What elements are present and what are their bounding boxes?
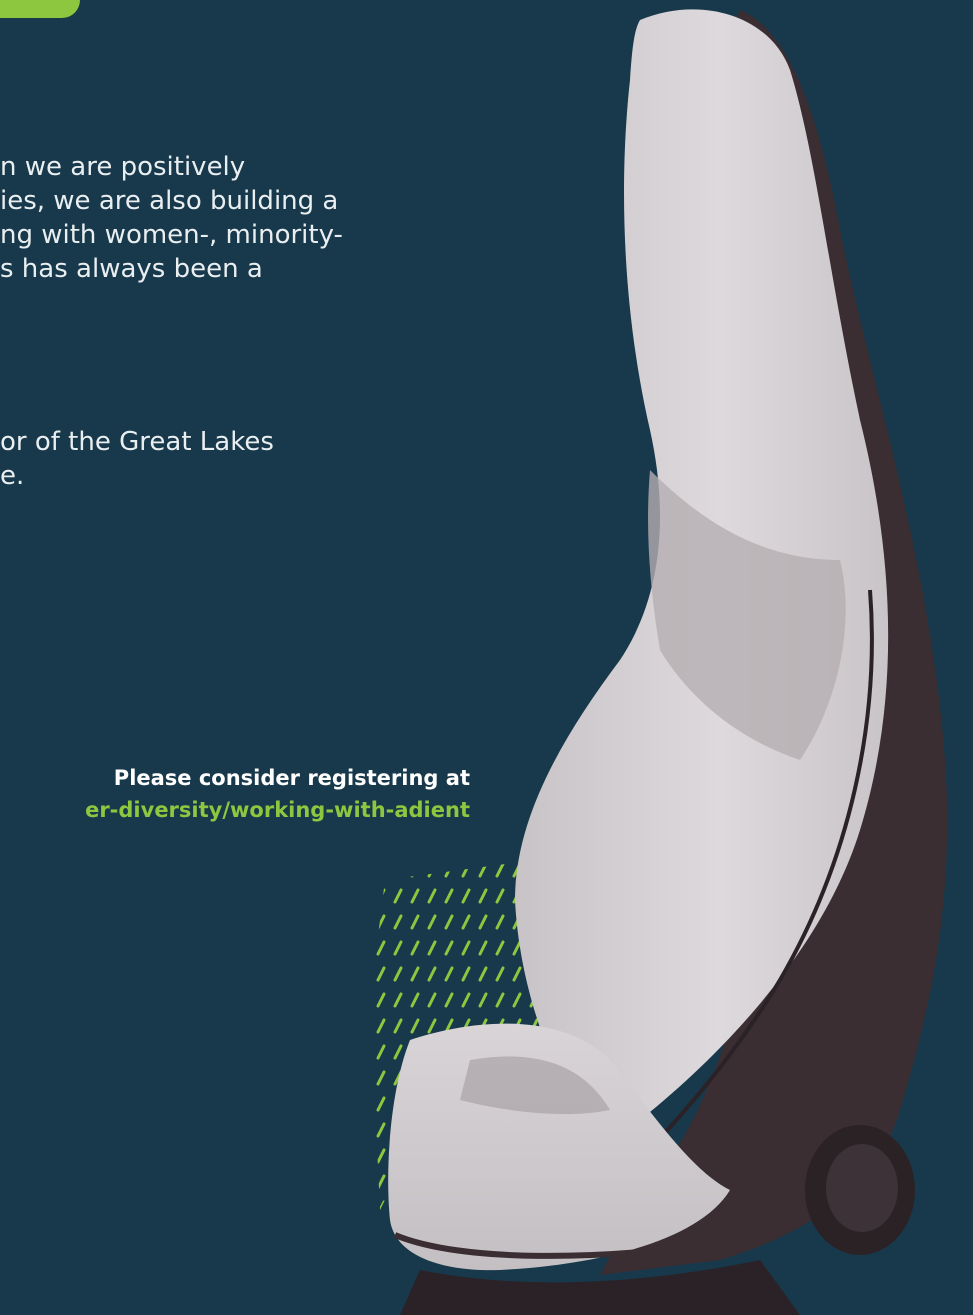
seat-base xyxy=(400,1260,800,1315)
vehicle-seat-image xyxy=(370,9,948,1315)
